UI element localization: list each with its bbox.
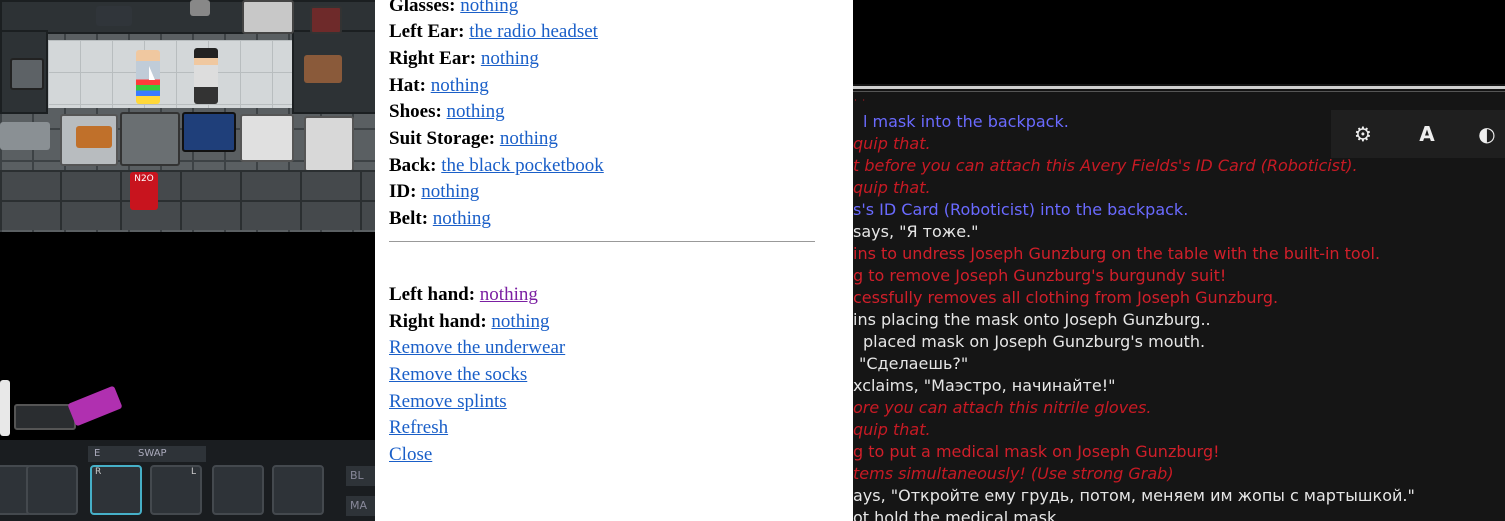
brown-box[interactable]	[304, 55, 342, 83]
slot-back: Back: the black pocketbook	[389, 155, 604, 176]
camera	[96, 6, 132, 26]
anesthetic-machine[interactable]	[120, 112, 180, 166]
medical-machine[interactable]	[242, 0, 294, 34]
strip-panel: Glasses: nothing Left Ear: the radio hea…	[375, 0, 853, 521]
splitter-line	[853, 91, 1505, 92]
chat-line: xclaims, "Маэстро, начинайте!"	[853, 376, 1116, 395]
chat-line: quip that.	[853, 178, 931, 197]
slot-left-ear: Left Ear: the radio headset	[389, 21, 598, 42]
slot-suit-storage: Suit Storage: nothing	[389, 128, 558, 149]
player-character[interactable]	[136, 50, 160, 104]
chat-line: l mask into the backpack.	[863, 112, 1069, 131]
slot-id-link[interactable]: nothing	[421, 181, 479, 202]
slot-right-ear-link[interactable]: nothing	[481, 48, 539, 69]
chat-line: tems simultaneously! (Use strong Grab)	[853, 464, 1174, 483]
id-card-item[interactable]	[67, 385, 123, 427]
slot-hat-link[interactable]: nothing	[431, 75, 489, 96]
dropped-item[interactable]	[14, 404, 76, 430]
slot-glasses-link[interactable]: nothing	[460, 0, 518, 16]
slot-left-ear-link[interactable]: the radio headset	[469, 21, 598, 42]
chat-line: "Сделаешь?"	[859, 354, 969, 373]
slot-right-ear: Right Ear: nothing	[389, 48, 539, 69]
slot-hat: Hat: nothing	[389, 75, 489, 96]
slot-back-link[interactable]: the black pocketbook	[441, 155, 604, 176]
slot-belt: Belt: nothing	[389, 208, 491, 229]
swap-label: SWAP	[138, 448, 167, 459]
wall-terminal[interactable]	[10, 58, 44, 90]
n2o-tank[interactable]: N2O	[130, 172, 158, 210]
vitals-monitor[interactable]	[182, 112, 236, 152]
pocket-slot-1[interactable]	[212, 465, 264, 515]
surgery-computer[interactable]	[240, 114, 294, 162]
close-link[interactable]: Close	[389, 443, 432, 467]
patient-on-table[interactable]	[76, 126, 112, 148]
chat-line: ins to undress Joseph Gunzburg on the ta…	[853, 244, 1381, 263]
chat-line: ore you can attach this nitrile gloves.	[853, 398, 1152, 417]
chat-line: ays, "Откройте ему грудь, потом, меняем …	[853, 486, 1415, 505]
right-hand-link[interactable]: nothing	[491, 311, 549, 332]
game-viewport[interactable]: N2O E SWAP R L BL MA	[0, 0, 375, 521]
wall-light	[190, 0, 210, 16]
supply-cabinet[interactable]	[304, 116, 354, 172]
slot-id: ID: nothing	[389, 181, 480, 202]
tank-label: N2O	[134, 174, 154, 184]
chat-line: ins placing the mask onto Joseph Gunzbur…	[853, 310, 1211, 329]
top-area	[853, 0, 1505, 84]
block-button[interactable]: BL	[346, 466, 375, 486]
console[interactable]	[0, 122, 50, 150]
remove-socks-link[interactable]: Remove the socks	[389, 363, 527, 387]
chat-line: g to remove Joseph Gunzburg's burgundy s…	[853, 266, 1227, 285]
swap-hands-button[interactable]: E SWAP	[88, 446, 206, 462]
right-hand-slot[interactable]: R	[90, 465, 142, 515]
edge-item[interactable]	[0, 380, 10, 436]
right-hand-row: Right hand: nothing	[389, 311, 550, 332]
slot-suit-storage-link[interactable]: nothing	[500, 128, 558, 149]
crew-character[interactable]	[194, 48, 218, 104]
remove-splints-link[interactable]: Remove splints	[389, 390, 507, 414]
pocket-slot-2[interactable]	[272, 465, 324, 515]
chat-line: t before you can attach this Avery Field…	[853, 156, 1358, 175]
swap-key: E	[94, 448, 101, 459]
remove-underwear-link[interactable]: Remove the underwear	[389, 336, 565, 360]
white-tile-floor	[48, 40, 292, 108]
chat-panel: ˙ ˙ l mask into the backpack. quip that.…	[853, 0, 1505, 521]
chat-line: ot hold the medical mask.	[853, 508, 1062, 521]
divider	[389, 241, 815, 242]
chat-line: placed mask on Joseph Gunzburg's mouth.	[863, 332, 1206, 351]
slot-belt-link[interactable]: nothing	[433, 208, 491, 229]
wall-alarm[interactable]	[310, 6, 342, 34]
left-hand-marker: L	[190, 467, 196, 477]
right-hand-marker: R	[95, 467, 102, 477]
theme-toggle-icon[interactable]: ◐	[1473, 120, 1501, 148]
gear-icon[interactable]: ⚙	[1349, 120, 1377, 148]
chat-line: cessfully removes all clothing from Jose…	[853, 288, 1279, 307]
chat-toolbar: ⚙ A ◐	[1331, 110, 1505, 158]
slot-glasses: Glasses: nothing	[389, 0, 518, 18]
font-size-button[interactable]: A	[1413, 120, 1441, 148]
chat-line: g to put a medical mask on Joseph Gunzbu…	[853, 442, 1220, 461]
left-hand-row: Left hand: nothing	[389, 284, 538, 305]
left-hand-link[interactable]: nothing	[480, 284, 538, 305]
chat-line: quip that.	[853, 420, 931, 439]
chat-line: s's ID Card (Roboticist) into the backpa…	[853, 200, 1189, 219]
slot-shoes-link[interactable]: nothing	[447, 101, 505, 122]
refresh-link[interactable]: Refresh	[389, 416, 448, 440]
chat-line: says, "Я тоже."	[853, 222, 979, 241]
chat-line: quip that.	[853, 134, 931, 153]
slot-shoes: Shoes: nothing	[389, 101, 505, 122]
splitter[interactable]	[853, 86, 1505, 89]
backpack-slot[interactable]	[26, 465, 78, 515]
main-button[interactable]: MA	[346, 496, 375, 516]
left-hand-slot[interactable]: L	[150, 465, 202, 515]
floor-grate	[0, 170, 375, 230]
cursor-icon	[149, 66, 155, 80]
